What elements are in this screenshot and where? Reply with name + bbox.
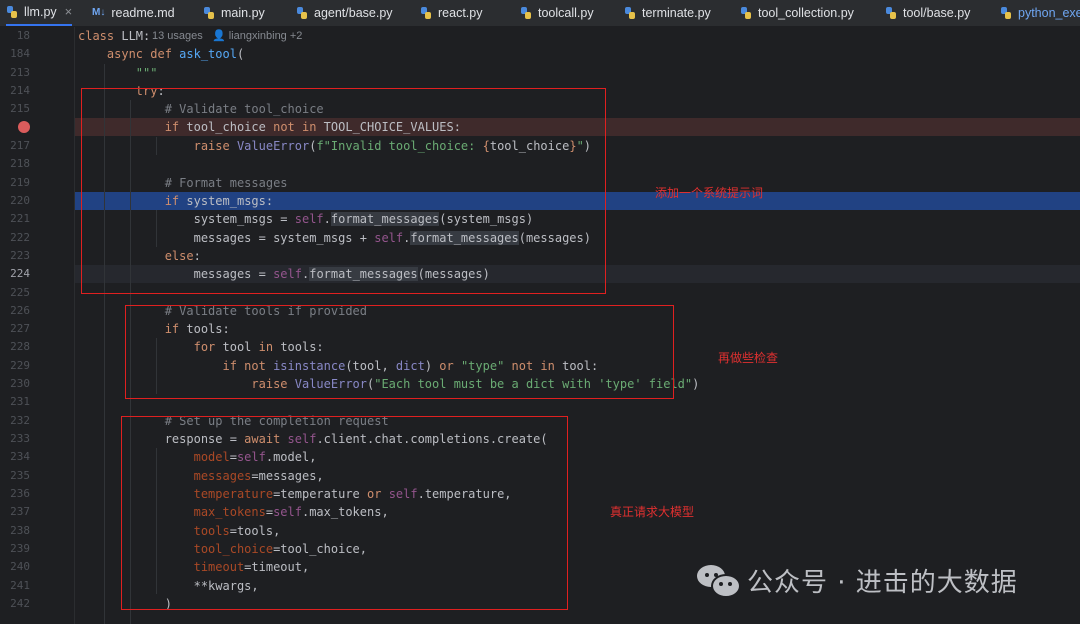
code-line[interactable]: class LLM: [78, 27, 150, 45]
line-number: 219 [10, 176, 30, 189]
annotation-label-llm-request: 真正请求大模型 [610, 505, 695, 519]
tab-label: tool/base.py [903, 6, 971, 20]
line-number: 227 [10, 322, 30, 335]
line-number: 229 [10, 359, 30, 372]
line-number: 239 [10, 542, 30, 555]
gutter-separator [74, 27, 75, 624]
line-number: 238 [10, 524, 30, 537]
tab-llm-py[interactable]: llm.py × [6, 0, 73, 26]
annotation-label-checks: 再做些检查 [718, 351, 779, 365]
line-number: 228 [10, 340, 30, 353]
tab-readme-md[interactable]: M↓ readme.md [92, 0, 175, 26]
line-number: 184 [10, 47, 30, 60]
annotation-label-system-prompt: 添加一个系统提示词 [655, 186, 764, 200]
code-line[interactable]: """ [78, 64, 158, 82]
annotation-box-system-prompt [81, 88, 606, 294]
python-file-icon [520, 7, 532, 19]
code-line[interactable]: async def ask_tool( [78, 45, 244, 63]
wechat-icon [697, 563, 741, 598]
tab-terminate-py[interactable]: terminate.py [624, 0, 711, 26]
author-hint[interactable]: liangxinbing +2 [229, 30, 303, 42]
tab-tool-collection-py[interactable]: tool_collection.py [740, 0, 854, 26]
inlay-hint[interactable]: 13 usages 👤 liangxinbing +2 [152, 27, 302, 45]
tab-label: llm.py [24, 5, 57, 19]
editor-tab-bar: llm.py × M↓ readme.md main.py agent/base… [0, 0, 1080, 27]
tab-main-py[interactable]: main.py [203, 0, 265, 26]
tab-tool-base-py[interactable]: tool/base.py [885, 0, 970, 26]
line-number: 242 [10, 597, 30, 610]
line-number: 226 [10, 304, 30, 317]
tab-label: toolcall.py [538, 6, 594, 20]
annotation-box-llm-request [121, 416, 568, 610]
author-icon: 👤 [211, 30, 226, 42]
tab-label: agent/base.py [314, 6, 393, 20]
breakpoint-icon[interactable] [18, 121, 30, 133]
line-number: 214 [10, 84, 30, 97]
usages-hint[interactable]: 13 usages [152, 30, 203, 42]
line-number: 218 [10, 157, 30, 170]
tab-label: react.py [438, 6, 483, 20]
tab-label: python_exec [1018, 6, 1080, 20]
line-number: 230 [10, 377, 30, 390]
line-number: 18 [16, 29, 30, 42]
tab-label: terminate.py [642, 6, 711, 20]
close-icon[interactable]: × [65, 1, 73, 23]
tab-label: readme.md [111, 6, 175, 20]
python-file-icon [1000, 7, 1012, 19]
python-file-icon [420, 7, 432, 19]
tab-label: main.py [221, 6, 265, 20]
watermark-text: 公众号 · 进击的大数据 [747, 567, 1018, 598]
python-file-icon [624, 7, 636, 19]
annotation-box-checks [125, 305, 674, 399]
line-number: 223 [10, 249, 30, 262]
markdown-file-icon: M↓ [92, 7, 106, 18]
line-number: 220 [10, 194, 30, 207]
python-file-icon [296, 7, 308, 19]
tab-toolcall-py[interactable]: toolcall.py [520, 0, 594, 26]
tab-agent-base-py[interactable]: agent/base.py [296, 0, 393, 26]
python-file-icon [203, 7, 215, 19]
watermark: 公众号 · 进击的大数据 [697, 560, 1018, 600]
python-file-icon [885, 7, 897, 19]
line-number: 233 [10, 432, 30, 445]
tab-label: tool_collection.py [758, 6, 854, 20]
line-number: 225 [10, 286, 30, 299]
line-number: 231 [10, 395, 30, 408]
line-number: 221 [10, 212, 30, 225]
line-number: 222 [10, 231, 30, 244]
line-number: 234 [10, 450, 30, 463]
line-number: 240 [10, 560, 30, 573]
line-number: 236 [10, 487, 30, 500]
tab-python-exec[interactable]: python_exec [1000, 0, 1080, 26]
line-number: 241 [10, 579, 30, 592]
line-number: 217 [10, 139, 30, 152]
tab-react-py[interactable]: react.py [420, 0, 482, 26]
line-number: 232 [10, 414, 30, 427]
line-number: 237 [10, 505, 30, 518]
python-file-icon [740, 7, 752, 19]
python-file-icon [6, 6, 18, 18]
line-number: 235 [10, 469, 30, 482]
line-number: 213 [10, 66, 30, 79]
line-number-current: 224 [10, 267, 30, 280]
line-number: 215 [10, 102, 30, 115]
